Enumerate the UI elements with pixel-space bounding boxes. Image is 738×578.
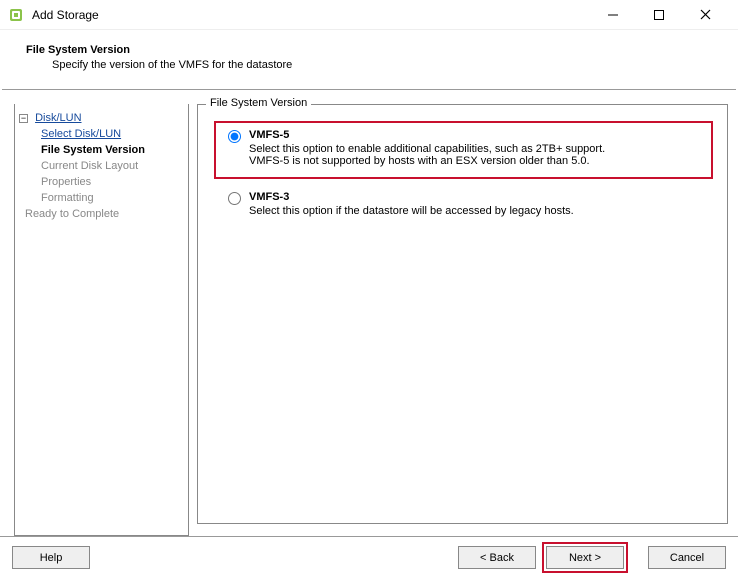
next-highlight: Next > — [542, 542, 628, 573]
maximize-button[interactable] — [644, 3, 674, 27]
sidebar-root-label[interactable]: Disk/LUN — [35, 112, 81, 124]
radio-vmfs5-desc1: Select this option to enable additional … — [249, 143, 605, 155]
back-button[interactable]: < Back — [458, 546, 536, 569]
collapse-icon[interactable]: − — [19, 114, 28, 123]
radio-vmfs5-row[interactable]: VMFS-5 Select this option to enable addi… — [216, 123, 711, 173]
wizard-sidebar: − Disk/LUN Select Disk/LUN File System V… — [14, 104, 189, 536]
sidebar-item-ready: Ready to Complete — [19, 206, 184, 222]
minimize-button[interactable] — [598, 3, 628, 27]
sidebar-item-label: Properties — [41, 176, 91, 188]
app-icon — [8, 7, 24, 23]
wizard-body: − Disk/LUN Select Disk/LUN File System V… — [0, 98, 738, 536]
help-button[interactable]: Help — [12, 546, 90, 569]
sidebar-item-formatting: Formatting — [19, 190, 184, 206]
sidebar-item-current-disk-layout: Current Disk Layout — [19, 158, 184, 174]
sidebar-item-properties: Properties — [19, 174, 184, 190]
vmfs5-highlight: VMFS-5 Select this option to enable addi… — [214, 121, 713, 179]
file-system-version-group: File System Version VMFS-5 Select this o… — [197, 104, 728, 524]
radio-vmfs3-content: VMFS-3 Select this option if the datasto… — [249, 191, 574, 217]
sidebar-root[interactable]: − Disk/LUN — [19, 110, 184, 126]
sidebar-item-label: Ready to Complete — [25, 208, 119, 220]
cancel-button[interactable]: Cancel — [648, 546, 726, 569]
header-separator — [2, 89, 736, 90]
sidebar-item-label: Current Disk Layout — [41, 160, 138, 172]
radio-vmfs5[interactable] — [228, 130, 241, 143]
main-panel: File System Version VMFS-5 Select this o… — [197, 104, 728, 536]
close-button[interactable] — [690, 3, 720, 27]
page-subtitle: Specify the version of the VMFS for the … — [26, 59, 722, 71]
radio-vmfs3[interactable] — [228, 192, 241, 205]
radio-vmfs5-content: VMFS-5 Select this option to enable addi… — [249, 129, 605, 167]
sidebar-item-file-system-version[interactable]: File System Version — [19, 142, 184, 158]
next-button[interactable]: Next > — [546, 546, 624, 569]
page-title: File System Version — [26, 44, 722, 56]
window-controls — [598, 3, 730, 27]
wizard-footer: Help < Back Next > Cancel — [0, 536, 738, 578]
radio-vmfs5-desc2: VMFS-5 is not supported by hosts with an… — [249, 155, 605, 167]
radio-vmfs3-desc: Select this option if the datastore will… — [249, 205, 574, 217]
radio-vmfs5-label: VMFS-5 — [249, 129, 605, 143]
window-title: Add Storage — [32, 8, 598, 22]
sidebar-item-select-disk[interactable]: Select Disk/LUN — [19, 126, 184, 142]
radio-vmfs3-label: VMFS-3 — [249, 191, 574, 205]
sidebar-item-label: File System Version — [41, 144, 145, 156]
cancel-wrap: Cancel — [642, 546, 726, 569]
title-bar: Add Storage — [0, 0, 738, 30]
radio-vmfs3-row[interactable]: VMFS-3 Select this option if the datasto… — [208, 185, 717, 223]
wizard-header: File System Version Specify the version … — [0, 30, 738, 81]
sidebar-item-label: Formatting — [41, 192, 94, 204]
sidebar-item-label[interactable]: Select Disk/LUN — [41, 128, 121, 140]
groupbox-label: File System Version — [206, 97, 311, 109]
